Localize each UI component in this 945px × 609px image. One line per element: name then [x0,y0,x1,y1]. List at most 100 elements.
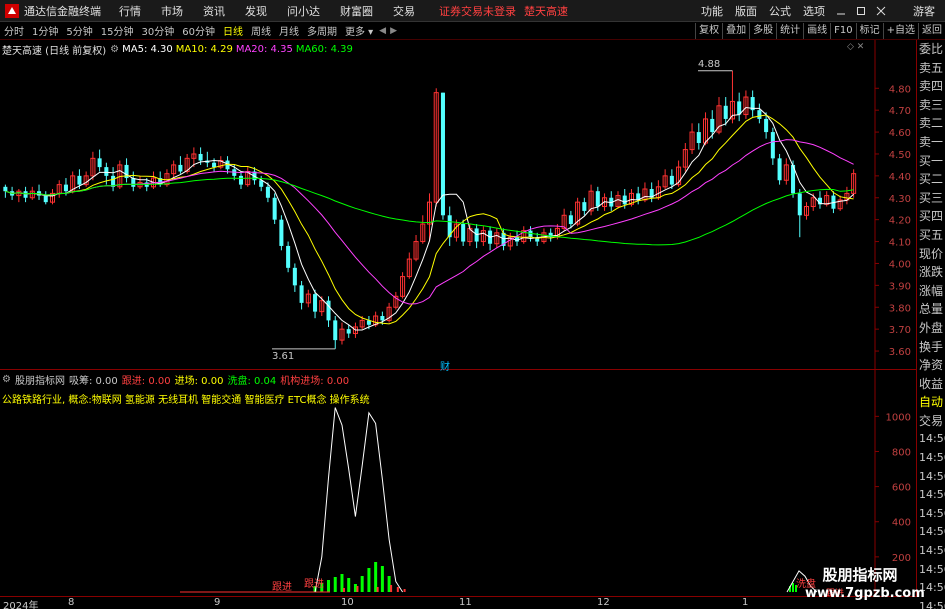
period-more[interactable]: 更多 ▾ [341,23,377,38]
candle-body [299,285,304,303]
side-tab[interactable]: 自动 [917,393,945,412]
high-price-label: 4.88 [698,59,721,70]
candle-body [696,132,701,144]
follow-bar [342,588,345,592]
menu-item-quotes[interactable]: 行情 [109,3,151,19]
menu-item-news[interactable]: 资讯 [193,3,235,19]
period-multi[interactable]: 多周期 [303,23,341,38]
period-daily[interactable]: 日线 [219,23,247,38]
ind-tick-label: 1000 [886,412,911,423]
menu-item-formula[interactable]: 公式 [763,3,797,19]
tick-time: 14:56 [919,469,945,483]
app-name: 通达信金融终端 [24,4,101,18]
multi-stock-button[interactable]: 多股 [749,23,776,39]
mark-button[interactable]: 标记 [855,23,883,39]
ma10-label: MA10: 4.29 [175,44,233,55]
add-watchlist-button[interactable]: +自选 [882,23,918,39]
period-intraday[interactable]: 分时 [0,23,28,38]
guest-user[interactable]: 游客 [913,3,935,19]
settings-icon[interactable]: ⚙ [110,44,119,55]
candle-body [622,195,627,205]
draw-line-button[interactable]: 画线 [803,23,830,39]
watermark-cn: 股朋指标网 [822,566,898,584]
period-1min[interactable]: 1分钟 [28,23,62,38]
menu-item-discover[interactable]: 发现 [235,3,277,19]
menu-item-function[interactable]: 功能 [695,3,729,19]
menu-item-layout[interactable]: 版面 [729,3,763,19]
menu-item-ask[interactable]: 问小达 [277,3,330,19]
diamond-icon[interactable]: ◇ [847,42,854,52]
back-button[interactable]: 返回 [918,23,945,39]
period-30min[interactable]: 30分钟 [137,23,178,38]
candle-body [669,175,674,185]
indicator-name[interactable]: 股朋指标网 [15,372,65,387]
minimize-icon[interactable] [833,3,849,19]
candle-body [777,158,782,181]
close-panel-icon[interactable]: ✕ [857,42,865,52]
candle-body [265,186,270,198]
indicator-accumulate: 吸筹: 0.00 [68,376,118,387]
kline-chart[interactable]: 4.80 4.70 4.60 4.50 4.40 4.30 4.20 4.10 4.00 3.90… [0,40,917,370]
price-tick-label: 4.50 [889,150,911,161]
follow-bar [390,585,393,592]
quote-label: 现价 [919,246,944,261]
ind-tick-label: 600 [892,483,911,494]
period-monthly[interactable]: 月线 [275,23,303,38]
price-tick-label: 3.70 [889,325,911,336]
scroll-left-icon[interactable]: ◀ [377,26,388,36]
period-5min[interactable]: 5分钟 [62,23,96,38]
date-label: 10 [341,597,354,608]
candle-body [595,191,600,207]
overlay-button[interactable]: 叠加 [722,23,749,39]
right-menu: 功能 版面 公式 选项 游客 [695,0,945,22]
tick-time: 14:56 [919,488,945,502]
indicator-legend: ⚙ 股朋指标网 吸筹: 0.00 跟进: 0.00 进场: 0.00 洗盘: 0… [2,372,353,387]
maximize-icon[interactable] [853,3,869,19]
date-label: 1 [742,597,749,608]
quote-label: 外盘 [919,320,944,335]
menu-item-trade[interactable]: 交易 [383,3,425,19]
statistics-button[interactable]: 统计 [776,23,803,39]
period-weekly[interactable]: 周线 [247,23,275,38]
candle-body [710,118,715,133]
price-tick-label: 4.60 [889,128,911,139]
candle-body [346,329,351,334]
ma60-label: MA60: 4.39 [295,44,353,55]
annotation-follow-1: 跟进 [272,582,292,593]
candle-body [198,153,203,161]
candle-body [757,110,762,119]
candle-body [279,219,284,246]
candle-body [238,175,244,185]
kline-panel[interactable]: 4.80 4.70 4.60 4.50 4.40 4.30 4.20 4.10 4.00 3.90… [0,40,917,373]
ma20-label: MA20: 4.35 [235,44,293,55]
settings-icon[interactable]: ⚙ [2,374,11,385]
washout-bar [792,583,794,592]
ma5-label: MA5: 4.30 [122,44,173,55]
menu-item-wealth[interactable]: 财富圈 [330,3,383,19]
indicator-washout: 洗盘: 0.04 [227,376,277,387]
watermark-url: www.7gpzb.com [805,586,925,601]
period-15min[interactable]: 15分钟 [97,23,138,38]
date-label: 11 [459,597,472,608]
candle-body [380,316,385,321]
restore-rights-button[interactable]: 复权 [695,23,722,39]
indicator-panel[interactable]: 1000 800 600 400 200 ⚙ 股朋指标网 吸筹: 0.00 跟进: 0.… [0,370,917,599]
price-tick-label: 4.10 [889,238,911,249]
close-icon[interactable] [873,3,889,19]
candle-body [292,267,297,286]
washout-bar [360,576,364,592]
period-60min[interactable]: 60分钟 [178,23,219,38]
candle-body [272,197,277,220]
quote-side-panel: 委比 卖五 卖四 卖三 卖二 卖一 买一 买二 买三 买四 买五 现价 涨跌 涨幅 总量 外盘 换手 净资 收益 自动… [917,40,945,609]
menu-item-options[interactable]: 选项 [797,3,831,19]
candle-body [23,191,28,198]
candle-body [333,320,338,341]
indicator-follow: 跟进: 0.00 [121,376,171,387]
scroll-right-icon[interactable]: ▶ [388,26,399,36]
login-status[interactable]: 证券交易未登录 [439,3,516,19]
f10-button[interactable]: F10 [830,23,855,39]
tick-time: 14:56 [919,506,945,520]
menu-item-market[interactable]: 市场 [151,3,193,19]
quote-label: 卖一 [919,134,944,149]
side-tab[interactable]: 交易 [917,412,945,431]
